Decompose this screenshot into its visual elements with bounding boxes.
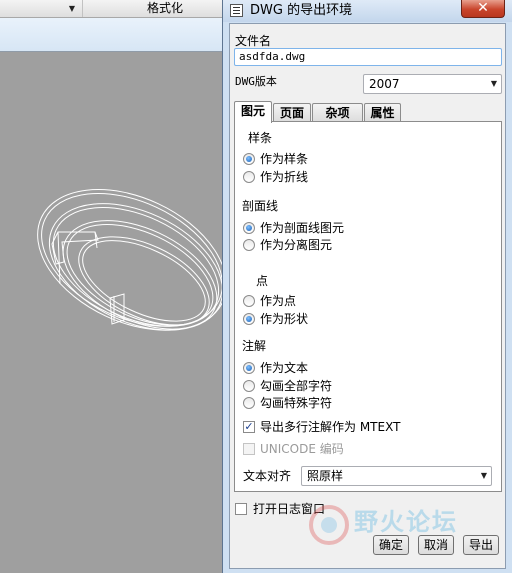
point-as-shape-radio[interactable] — [243, 313, 255, 325]
background-ribbon — [0, 18, 222, 52]
filename-input[interactable]: asdfda.dwg — [234, 48, 502, 66]
unicode-checkbox — [243, 443, 255, 455]
format-button[interactable]: 格式化 — [130, 1, 200, 16]
spring-model-drawing — [37, 189, 222, 331]
spline-as-polyline-label[interactable]: 作为折线 — [260, 170, 308, 184]
point-as-shape-label[interactable]: 作为形状 — [260, 312, 308, 326]
dialog-title: DWG 的导出环境 — [250, 3, 353, 18]
cancel-button[interactable]: 取消 — [418, 535, 454, 555]
dwg-export-dialog: DWG 的导出环境 ✕ 文件名 asdfda.dwg DWG版本 2007 ▼ … — [222, 0, 512, 573]
dwg-version-select[interactable]: 2007 ▼ — [363, 74, 502, 94]
tab-attributes[interactable]: 属性 — [364, 103, 401, 122]
dialog-client-area: 文件名 asdfda.dwg DWG版本 2007 ▼ 图元 页面 杂项 属性 … — [229, 23, 506, 569]
annotation-as-text-label[interactable]: 作为文本 — [260, 361, 308, 375]
hatch-as-entity-label[interactable]: 作为剖面线图元 — [260, 221, 344, 235]
filename-label: 文件名 — [235, 34, 272, 48]
tab-misc[interactable]: 杂项 — [312, 103, 363, 122]
dialog-app-icon — [230, 4, 243, 17]
spline-as-spline-radio[interactable] — [243, 153, 255, 165]
hatch-as-entity-radio[interactable] — [243, 222, 255, 234]
hatch-as-separate-label[interactable]: 作为分离图元 — [260, 238, 332, 252]
toolbar-separator — [82, 0, 83, 17]
spline-heading: 样条 — [248, 131, 273, 145]
dwg-version-value: 2007 — [369, 77, 400, 91]
forum-watermark-logo — [309, 505, 349, 545]
close-button[interactable]: ✕ — [461, 0, 505, 18]
log-window-checkbox[interactable] — [235, 503, 247, 515]
hatch-heading: 剖面线 — [242, 199, 279, 213]
annotation-outline-all-radio[interactable] — [243, 380, 255, 392]
chevron-down-icon: ▼ — [480, 471, 487, 480]
annotation-outline-all-label[interactable]: 勾画全部字符 — [260, 379, 332, 393]
spline-as-polyline-radio[interactable] — [243, 171, 255, 183]
mtext-checkbox-label[interactable]: 导出多行注解作为 MTEXT — [260, 420, 400, 434]
ok-button[interactable]: 确定 — [373, 535, 409, 555]
chevron-down-icon: ▼ — [490, 79, 497, 88]
dwg-version-label: DWG版本 — [235, 75, 277, 88]
toolbar-dropdown-arrow-icon[interactable]: ▼ — [64, 2, 80, 15]
text-align-value: 照原样 — [307, 469, 344, 483]
annotation-outline-special-label[interactable]: 勾画特殊字符 — [260, 396, 332, 410]
model-viewport[interactable] — [0, 52, 222, 573]
forum-watermark-text: 野火论坛 — [354, 508, 458, 536]
mtext-checkbox[interactable]: ✓ — [243, 421, 255, 433]
point-as-point-radio[interactable] — [243, 295, 255, 307]
point-heading: 点 — [256, 274, 269, 288]
export-button[interactable]: 导出 — [463, 535, 499, 555]
tab-page[interactable]: 页面 — [273, 103, 311, 122]
hatch-as-separate-radio[interactable] — [243, 239, 255, 251]
text-align-select[interactable]: 照原样 ▼ — [301, 466, 492, 486]
point-as-point-label[interactable]: 作为点 — [260, 294, 296, 308]
text-align-label: 文本对齐 — [243, 469, 292, 483]
spline-as-spline-label[interactable]: 作为样条 — [260, 152, 308, 166]
unicode-checkbox-label: UNICODE 编码 — [260, 442, 344, 456]
dialog-titlebar[interactable]: DWG 的导出环境 ✕ — [223, 0, 512, 22]
background-toolbar: ▼ 格式化 — [0, 0, 222, 18]
annotation-outline-special-radio[interactable] — [243, 397, 255, 409]
annotation-heading: 注解 — [242, 339, 267, 353]
annotation-as-text-radio[interactable] — [243, 362, 255, 374]
tab-panel-entities: 样条 作为样条 作为折线 剖面线 作为剖面线图元 作为分离图元 点 作为点 作为… — [234, 121, 502, 492]
tab-entities[interactable]: 图元 — [234, 101, 272, 123]
